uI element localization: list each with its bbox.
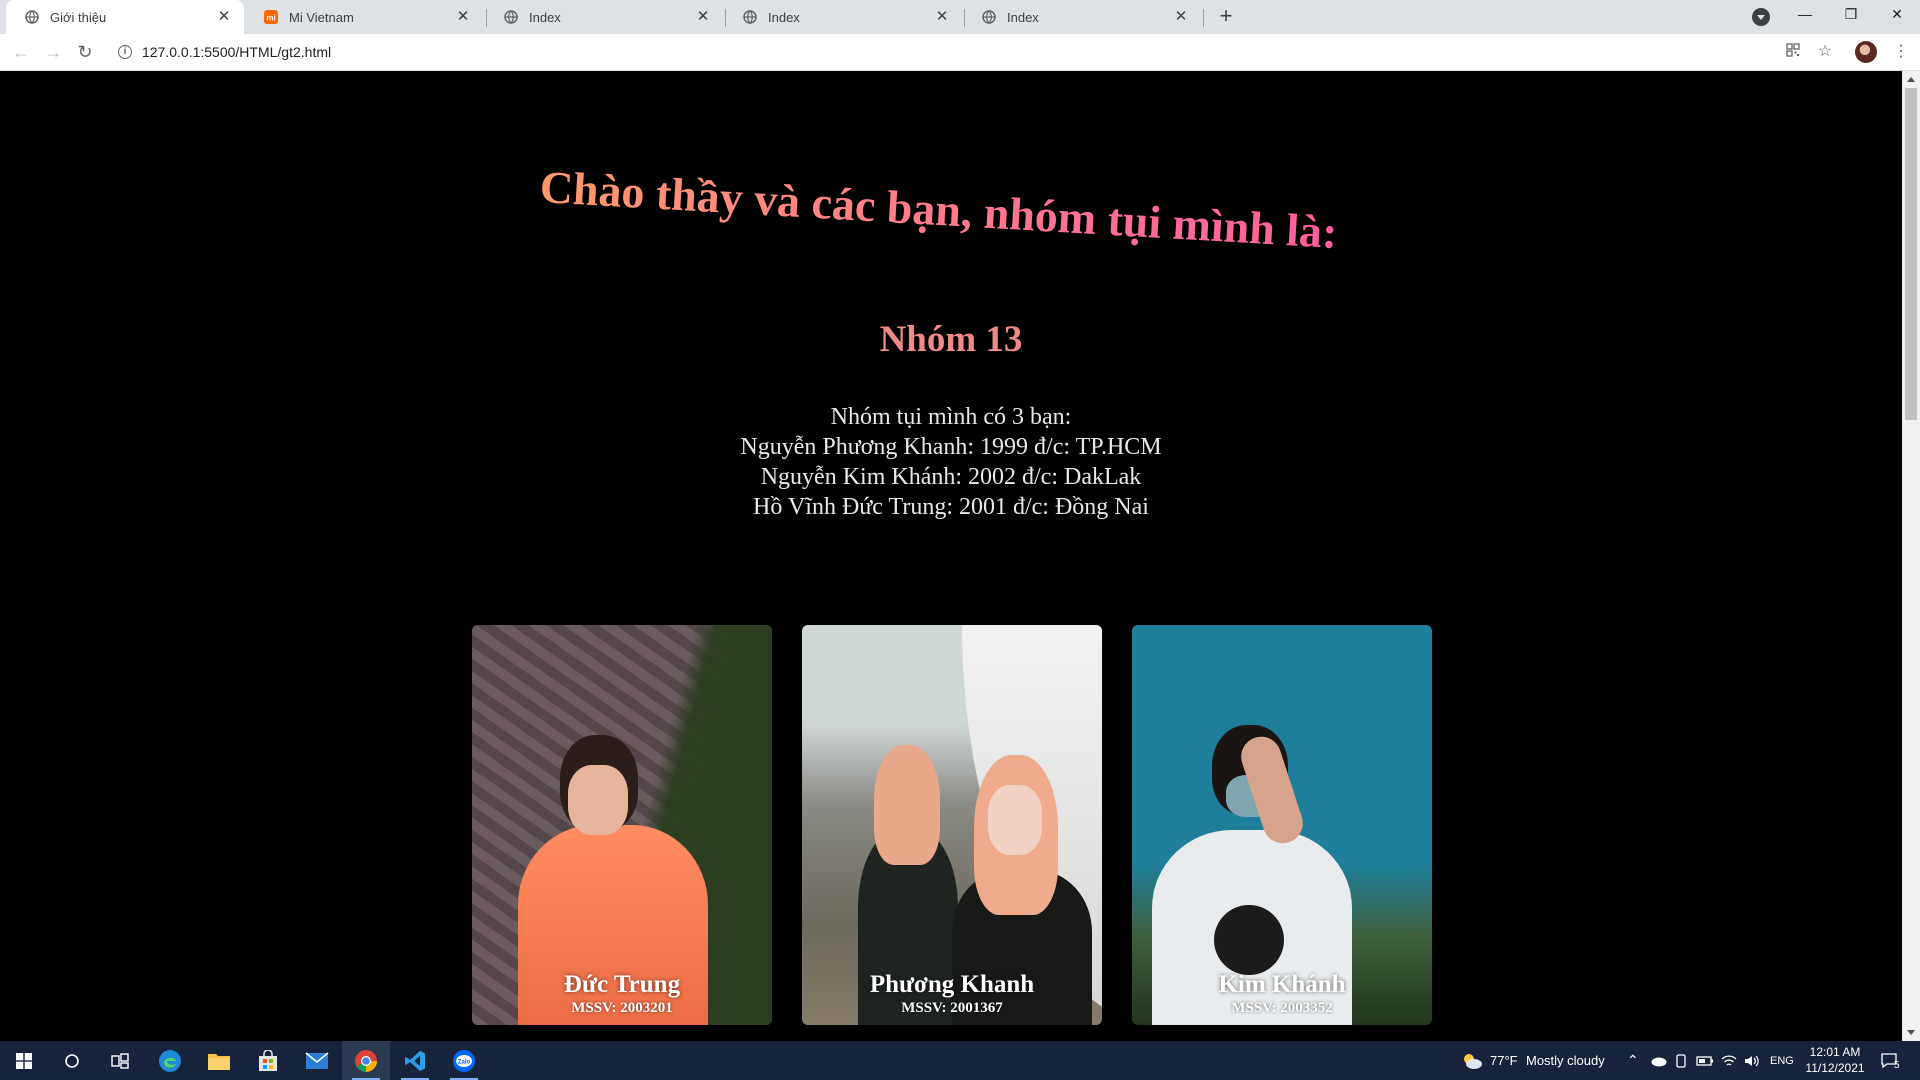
intro-line: Hồ Vĩnh Đức Trung: 2001 đ/c: Đồng Nai (753, 494, 1149, 520)
restore-icon[interactable]: ❐ (1828, 0, 1874, 30)
intro-text: Nhóm tụi mình có 3 bạn: Nguyễn Phương Kh… (0, 402, 1902, 522)
weather-description[interactable]: Mostly cloudy (1526, 1041, 1605, 1080)
member-name: Kim Khánh (1218, 971, 1346, 998)
close-icon[interactable]: ✕ (695, 9, 711, 25)
member-card-phuong-khanh[interactable]: Phương Khanh MSSV: 2001367 (802, 625, 1102, 1025)
intro-line: Nhóm tụi mình có 3 bạn: (830, 404, 1072, 430)
member-photo (472, 625, 772, 1025)
close-window-icon[interactable]: ✕ (1874, 0, 1920, 30)
address-bar[interactable]: i 127.0.0.1:5500/HTML/gt2.html (108, 37, 1788, 67)
notification-count: 5 (1894, 1060, 1900, 1071)
search-icon[interactable] (48, 1041, 96, 1080)
member-card-kim-khanh[interactable]: Kim Khánh MSSV: 2003352 (1132, 625, 1432, 1025)
windows-taskbar: Zalo 77°F Mostly cloudy ⌃ ENG 12:01 AM 1… (0, 1041, 1920, 1080)
tab-title: Index (1007, 9, 1039, 25)
member-mssv: MSSV: 2003201 (571, 1000, 673, 1016)
mi-logo-icon: mi (263, 9, 279, 25)
weather-temp[interactable]: 77°F (1490, 1041, 1518, 1080)
close-icon[interactable]: ✕ (455, 9, 471, 25)
input-language[interactable]: ENG (1770, 1041, 1794, 1080)
scroll-up-icon[interactable] (1907, 77, 1915, 82)
page-viewport: Chào thầy và các bạn, nhóm tụi mình là: … (0, 71, 1902, 1041)
member-name: Đức Trung (563, 971, 681, 998)
svg-text:Zalo: Zalo (458, 1059, 471, 1065)
scroll-down-icon[interactable] (1907, 1030, 1915, 1035)
intro-line: Nguyễn Phương Khanh: 1999 đ/c: TP.HCM (740, 434, 1162, 460)
forward-arrow-icon[interactable]: → (40, 40, 66, 66)
tab-title: Giới thiệu (50, 9, 107, 25)
tab-index-3[interactable]: Index ✕ (963, 0, 1201, 34)
volume-icon[interactable] (1744, 1041, 1760, 1080)
clock-time: 12:01 AM (1809, 1045, 1861, 1059)
tab-separator (1203, 9, 1204, 27)
weather-cloudy-icon[interactable] (1448, 1041, 1496, 1080)
globe-icon (24, 9, 40, 25)
tab-title: Index (529, 9, 561, 25)
close-icon[interactable]: ✕ (216, 9, 232, 25)
group-name: Nhóm 13 (879, 319, 1023, 360)
reload-icon[interactable]: ↻ (72, 40, 98, 66)
new-tab-button[interactable]: + (1212, 5, 1240, 29)
notification-center-icon[interactable]: 5 (1880, 1041, 1900, 1080)
more-menu-icon[interactable]: ⋮ (1893, 41, 1909, 63)
svg-text:mi: mi (266, 14, 275, 23)
clock[interactable]: 12:01 AM 11/12/2021 (1800, 1044, 1870, 1076)
task-view-icon[interactable] (96, 1041, 144, 1080)
zalo-icon[interactable]: Zalo (440, 1041, 488, 1080)
close-icon[interactable]: ✕ (934, 9, 950, 25)
globe-icon (981, 9, 997, 25)
chrome-icon[interactable] (342, 1041, 390, 1080)
windows-start-icon[interactable] (0, 1041, 48, 1080)
edge-icon[interactable] (146, 1041, 194, 1080)
wifi-icon[interactable] (1721, 1041, 1737, 1080)
tab-index-1[interactable]: Index ✕ (485, 0, 723, 34)
page-heading: Chào thầy và các bạn, nhóm tụi mình là: (538, 160, 1400, 262)
member-cards: Đức Trung MSSV: 2003201 Phương Khanh MSS… (472, 625, 1432, 1025)
tab-search-icon[interactable] (1752, 8, 1770, 26)
browser-toolbar: ← → ↻ i 127.0.0.1:5500/HTML/gt2.html ☆ ⋮ (0, 34, 1920, 71)
member-name: Phương Khanh (869, 971, 1035, 998)
onedrive-cloud-icon[interactable] (1649, 1041, 1667, 1080)
info-icon[interactable]: i (118, 45, 132, 59)
battery-icon[interactable] (1696, 1041, 1714, 1080)
close-icon[interactable]: ✕ (1173, 9, 1189, 25)
tab-title: Mi Vietnam (289, 9, 354, 25)
store-icon[interactable] (244, 1041, 292, 1080)
tab-title: Index (768, 9, 800, 25)
mail-icon[interactable] (293, 1041, 341, 1080)
tab-index-2[interactable]: Index ✕ (724, 0, 962, 34)
url-text: 127.0.0.1:5500/HTML/gt2.html (142, 44, 332, 60)
show-hidden-icons-chevron-icon[interactable]: ⌃ (1627, 1041, 1639, 1080)
qr-code-icon[interactable] (1784, 43, 1802, 61)
intro-line: Nguyễn Kim Khánh: 2002 đ/c: DakLak (760, 464, 1142, 490)
member-photo (1132, 625, 1432, 1025)
file-explorer-icon[interactable] (195, 1041, 243, 1080)
member-mssv: MSSV: 2001367 (901, 1000, 1003, 1016)
profile-avatar[interactable] (1855, 41, 1877, 63)
member-photo (802, 625, 1102, 1025)
globe-icon (742, 9, 758, 25)
clock-date: 11/12/2021 (1805, 1061, 1865, 1075)
vscode-icon[interactable] (391, 1041, 439, 1080)
tab-gioi-thieu[interactable]: Giới thiệu ✕ (6, 0, 244, 34)
member-card-duc-trung[interactable]: Đức Trung MSSV: 2003201 (472, 625, 772, 1025)
bookmark-star-icon[interactable]: ☆ (1816, 43, 1834, 61)
member-mssv: MSSV: 2003352 (1231, 1000, 1333, 1016)
minimize-icon[interactable]: — (1782, 0, 1828, 30)
globe-icon (503, 9, 519, 25)
tab-strip: Giới thiệu ✕ mi Mi Vietnam ✕ Index ✕ Ind… (0, 0, 1920, 34)
vertical-scrollbar[interactable] (1902, 71, 1920, 1041)
back-arrow-icon[interactable]: ← (8, 40, 34, 66)
device-icon[interactable] (1674, 1041, 1688, 1080)
scrollbar-thumb[interactable] (1905, 88, 1917, 420)
tab-mi-vietnam[interactable]: mi Mi Vietnam ✕ (245, 0, 483, 34)
